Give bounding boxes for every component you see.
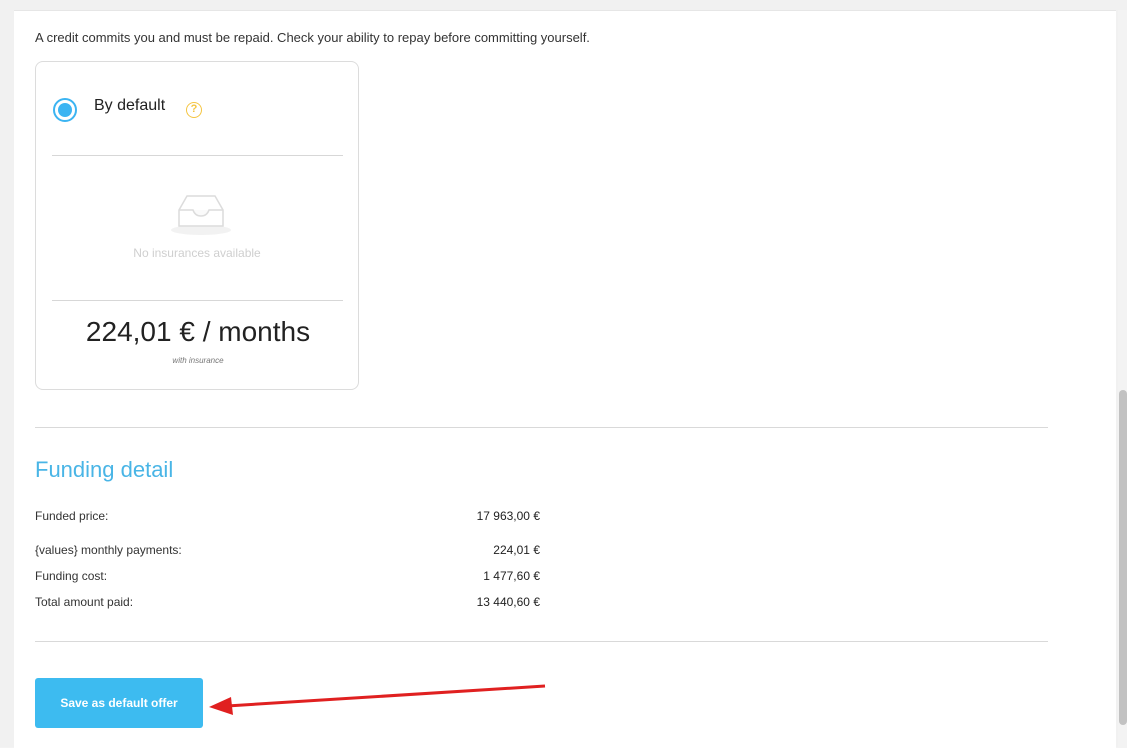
- offer-title: By default: [94, 97, 166, 114]
- offer-card-default[interactable]: By default ? No insurances available 224…: [35, 61, 359, 390]
- funding-row-label: Funding cost:: [35, 569, 108, 583]
- card-divider: [52, 155, 343, 156]
- price-note: with insurance: [172, 356, 224, 365]
- no-insurance-text: No insurances available: [133, 246, 261, 260]
- save-default-offer-button[interactable]: Save as default offer: [35, 678, 203, 728]
- funding-row-value: 224,01 €: [493, 543, 540, 557]
- funding-row-value: 13 440,60 €: [476, 595, 540, 609]
- funding-detail-title: Funding detail: [35, 457, 174, 482]
- monthly-price: 224,01 € / months: [85, 316, 311, 347]
- section-divider: [35, 427, 1048, 428]
- funding-row-label: Funded price:: [35, 509, 109, 523]
- funding-row-value: 1 477,60 €: [483, 569, 540, 583]
- scrollbar-thumb[interactable]: [1119, 390, 1127, 725]
- section-divider: [35, 641, 1048, 642]
- funding-row-label: Total amount paid:: [35, 595, 134, 609]
- annotation-arrow-icon: [209, 684, 546, 715]
- funding-row-label: {values} monthly payments:: [35, 543, 182, 557]
- credit-disclaimer: A credit commits you and must be repaid.…: [35, 30, 590, 45]
- offer-radio-button[interactable]: [53, 98, 77, 122]
- inbox-tray-icon: [171, 195, 231, 235]
- page: A credit commits you and must be repaid.…: [0, 0, 1127, 748]
- funding-row-value: 17 963,00 €: [476, 509, 540, 523]
- question-circle-icon[interactable]: ?: [186, 102, 202, 118]
- card-divider: [52, 300, 343, 301]
